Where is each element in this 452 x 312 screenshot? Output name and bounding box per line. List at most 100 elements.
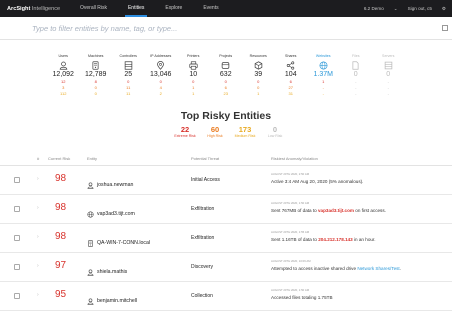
stat-servers[interactable]: Servers 0- - - xyxy=(372,54,405,97)
expand-chevron-icon[interactable]: › xyxy=(37,176,39,182)
risk-count-value: 0 xyxy=(272,125,278,134)
potential-threat: Initial Access xyxy=(191,177,220,183)
sign-out-link[interactable]: Sign out, c5 xyxy=(408,6,432,11)
anomaly-link[interactable]: Network Shares/Test xyxy=(357,266,399,271)
entity-cell[interactable]: shiela.mathis xyxy=(87,263,127,281)
anomaly-date: AUGUST 20TH 2020, 1:50 AM xyxy=(271,201,310,205)
risk-count-low-risk[interactable]: 0 Low Risk xyxy=(260,125,290,138)
risk-count-value: 173 xyxy=(238,125,252,134)
entity-type-stats: Users 12,092 12 3 112 Machines 12,789 8 0 0 Contro… xyxy=(47,54,405,97)
stat-printers[interactable]: Printers 10 0 1 1 xyxy=(177,54,210,97)
anomaly-highlight[interactable]: 204.212.178.143 xyxy=(318,237,353,242)
entity-name-link[interactable]: benjamin.mitchell xyxy=(97,298,137,304)
risk-count-extreme-risk[interactable]: 22 Extreme Risk xyxy=(170,125,200,138)
col-header-potential-threat[interactable]: Potential Threat xyxy=(191,156,219,161)
nav-right-group: 6.2 Demo ⌄ Sign out, c5 ⚙ xyxy=(354,6,446,12)
stat-total: 25 xyxy=(124,71,133,78)
current-risk-score: 98 xyxy=(55,231,67,242)
riskiest-anomaly-cell: AUGUST 20TH 2020, 1:50 AM Sent 767MB of d… xyxy=(271,201,386,213)
row-checkbox[interactable] xyxy=(14,206,20,212)
stat-projects[interactable]: Projects 632 0 6 23 xyxy=(210,54,243,97)
stat-machines[interactable]: Machines 12,789 8 0 0 xyxy=(80,54,113,97)
stat-medium-count: 31 xyxy=(288,91,293,96)
risk-count-value: 22 xyxy=(180,125,190,134)
stat-medium-count: - xyxy=(322,91,324,96)
stat-ip-addresses[interactable]: IP Addresses 13,046 0 4 2 xyxy=(145,54,178,97)
stat-medium-count: 11 xyxy=(126,91,131,96)
entity-name-link[interactable]: joshua.newman xyxy=(97,182,133,188)
anomaly-text-suffix: . xyxy=(399,266,401,271)
expand-chevron-icon[interactable]: › xyxy=(37,292,39,298)
expand-chevron-icon[interactable]: › xyxy=(37,234,39,240)
entity-cell[interactable]: QA-WIN-7-CONN.local xyxy=(87,234,150,252)
entity-cell[interactable]: benjamin.mitchell xyxy=(87,292,137,310)
cube-icon xyxy=(254,60,263,71)
row-checkbox[interactable] xyxy=(14,177,20,183)
row-checkbox[interactable] xyxy=(14,235,20,241)
current-risk-score: 95 xyxy=(55,289,67,300)
anomaly-description: Active 3:4 AM Aug 20, 2020 (5% anomalous… xyxy=(271,179,363,184)
machine-icon xyxy=(91,60,100,71)
anomaly-description: Sent 767MB of data to vap3ad3.tijt.com o… xyxy=(271,208,386,213)
potential-threat: Discovery xyxy=(191,264,213,270)
table-row[interactable]: › 97 shiela.mathis Discovery AUGUST 20TH 202… xyxy=(0,253,452,282)
anomaly-date: AUGUST 20TH 2020, 1:55 AM xyxy=(271,230,310,234)
col-header-entity[interactable]: Entity xyxy=(87,156,97,161)
risk-level-counts: 22 Extreme Risk 60 High Risk 173 Medium Risk 0… xyxy=(170,125,290,138)
table-row[interactable]: › 95 benjamin.mitchell Collection AUGUST 20T… xyxy=(0,282,452,311)
stat-medium-count: - xyxy=(355,91,357,96)
brand-logo[interactable]: ArcSight Intelligence xyxy=(7,6,77,12)
stat-medium-count: 1 xyxy=(257,91,260,96)
risk-count-medium-risk[interactable]: 173 Medium Risk xyxy=(230,125,260,138)
nav-overall-risk[interactable]: Overall Risk xyxy=(77,0,110,17)
anomaly-text: Sent 767MB of data to xyxy=(271,208,318,213)
stat-users[interactable]: Users 12,092 12 3 112 xyxy=(47,54,80,97)
entity-name-link[interactable]: shiela.mathis xyxy=(97,269,127,275)
chevron-down-icon: ⌄ xyxy=(393,5,398,11)
stat-shares[interactable]: Shares 104 6 27 31 xyxy=(275,54,308,97)
table-row[interactable]: › 98 joshua.newman Initial Access AUGUST 20T… xyxy=(0,166,452,195)
stat-total: 39 xyxy=(254,71,263,78)
filter-icon[interactable] xyxy=(442,25,448,31)
risk-count-high-risk[interactable]: 60 High Risk xyxy=(200,125,230,138)
nav-events[interactable]: Events xyxy=(200,0,221,17)
table-row[interactable]: › 98 QA-WIN-7-CONN.local Exfiltration AUGUST… xyxy=(0,224,452,253)
anomaly-highlight[interactable]: vap3ad3.tijt.com xyxy=(318,208,354,213)
stat-files[interactable]: Files 0- - - xyxy=(340,54,373,97)
anomaly-description: Accessed files totaling 1.75TB xyxy=(271,295,333,300)
entity-name-link[interactable]: vap3ad3.tijt.com xyxy=(97,211,135,217)
anomaly-text: Sent 1.16TB of data to xyxy=(271,237,319,242)
col-header-riskiest-anomaly[interactable]: Riskiest Anomaly/Violation xyxy=(271,156,318,161)
potential-threat: Collection xyxy=(191,293,213,299)
entity-name-link[interactable]: QA-WIN-7-CONN.local xyxy=(97,240,150,246)
riskiest-anomaly-cell: AUGUST 20TH 2020, 2:50 AM Active 3:4 AM A… xyxy=(271,172,363,184)
nav-explore[interactable]: Explore xyxy=(162,0,185,17)
anomaly-date: AUGUST 20TH 2020, 1:50 AM xyxy=(271,288,310,292)
stat-resources[interactable]: Resources 39 0 0 1 xyxy=(242,54,275,97)
printer-icon xyxy=(189,60,198,71)
row-checkbox[interactable] xyxy=(14,293,20,299)
stat-total: 0 xyxy=(386,71,391,78)
expand-chevron-icon[interactable]: › xyxy=(37,205,39,211)
entity-cell[interactable]: vap3ad3.tijt.com xyxy=(87,205,135,223)
anomaly-text-suffix: on first access. xyxy=(354,208,386,213)
entity-cell[interactable]: joshua.newman xyxy=(87,176,133,194)
stat-medium-count: - xyxy=(387,91,389,96)
risk-count-label: Medium Risk xyxy=(234,134,256,138)
entity-search-input[interactable] xyxy=(32,23,412,33)
table-row[interactable]: › 98 vap3ad3.tijt.com Exfiltration AUGUST 20… xyxy=(0,195,452,224)
stat-medium-count: 2 xyxy=(159,91,162,96)
stat-websites[interactable]: Websites 1.37M 1- - xyxy=(307,54,340,97)
col-header-current-risk[interactable]: Current Risk xyxy=(48,156,70,161)
version-dropdown[interactable]: 6.2 Demo xyxy=(364,6,384,11)
table-header: # Current Risk Entity Potential Threat R… xyxy=(0,151,452,166)
stat-total: 1.37M xyxy=(313,71,333,78)
potential-threat: Exfiltration xyxy=(191,206,215,212)
settings-gear-icon[interactable]: ⚙ xyxy=(442,6,446,12)
row-checkbox[interactable] xyxy=(14,264,20,270)
col-header-number[interactable]: # xyxy=(37,156,39,161)
stat-controllers[interactable]: Controllers 25 0 11 11 xyxy=(112,54,145,97)
share-icon xyxy=(286,60,295,71)
expand-chevron-icon[interactable]: › xyxy=(37,263,39,269)
nav-entities[interactable]: Entities xyxy=(124,0,148,17)
